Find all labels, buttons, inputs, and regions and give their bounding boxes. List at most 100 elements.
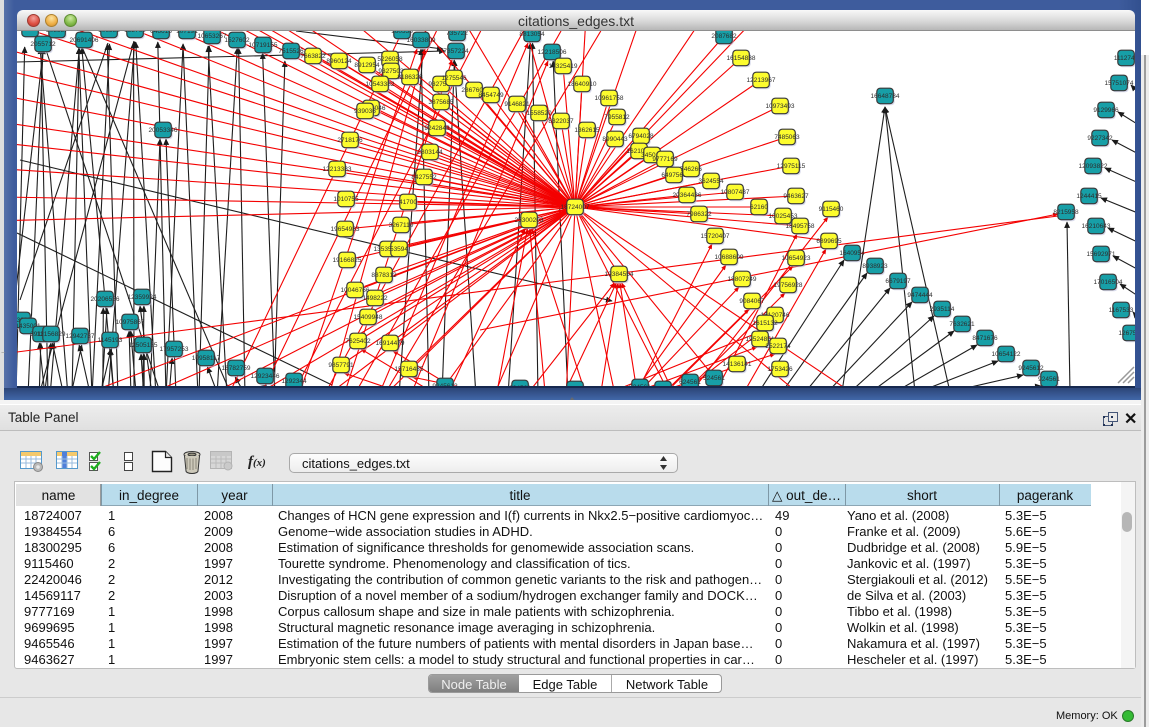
svg-text:10719155: 10719155: [249, 42, 278, 49]
svg-text:15751074: 15751074: [1105, 80, 1134, 87]
svg-text:16210643: 16210643: [1082, 223, 1111, 230]
svg-text:7663822: 7663822: [300, 53, 326, 60]
svg-text:1145193: 1145193: [98, 337, 123, 344]
svg-text:9857791: 9857791: [328, 362, 354, 369]
svg-text:10653267: 10653267: [198, 33, 227, 40]
svg-text:203557: 203557: [46, 31, 68, 34]
svg-text:10654923: 10654923: [782, 255, 811, 262]
svg-text:19756928: 19756928: [774, 282, 803, 289]
svg-text:10688609: 10688609: [715, 254, 744, 261]
svg-text:16033809: 16033809: [407, 37, 436, 44]
svg-text:9474444: 9474444: [907, 292, 933, 299]
svg-text:17016504: 17016504: [1094, 279, 1123, 286]
svg-text:2935114: 2935114: [930, 306, 955, 313]
svg-text:8186328: 8186328: [397, 74, 423, 81]
svg-text:20364436: 20364436: [673, 192, 702, 199]
svg-text:9227342: 9227342: [1087, 135, 1113, 142]
svg-text:12218506: 12218506: [538, 49, 567, 56]
svg-text:1244415: 1244415: [1076, 193, 1102, 200]
svg-text:6679197: 6679197: [885, 278, 911, 285]
svg-text:939036: 939036: [354, 108, 376, 115]
svg-text:1010755: 1010755: [333, 196, 359, 203]
svg-text:7955812: 7955812: [604, 114, 630, 121]
svg-text:1753426: 1753426: [767, 366, 793, 373]
svg-text:8960124: 8960124: [326, 58, 352, 65]
svg-text:7632621: 7632621: [949, 321, 975, 328]
svg-text:15716485: 15716485: [395, 366, 424, 373]
svg-text:9084067: 9084067: [739, 298, 765, 305]
svg-text:19654983: 19654983: [331, 226, 360, 233]
svg-text:8813054: 8813054: [519, 31, 545, 38]
svg-text:10961758: 10961758: [595, 95, 624, 102]
svg-text:15692971: 15692971: [1087, 251, 1116, 258]
svg-text:12156829: 12156829: [37, 331, 66, 338]
svg-text:1498222: 1498222: [362, 295, 388, 302]
svg-text:16154838: 16154838: [727, 55, 756, 62]
svg-text:9245612: 9245612: [1018, 365, 1044, 372]
svg-text:20206536: 20206536: [91, 296, 120, 303]
svg-text:25300203: 25300203: [515, 217, 544, 224]
svg-text:12213383: 12213383: [323, 166, 352, 173]
svg-text:2803144: 2803144: [417, 149, 443, 156]
svg-text:8215958: 8215958: [1053, 209, 1079, 216]
svg-text:8878312: 8878312: [371, 272, 397, 279]
svg-text:12942737: 12942737: [66, 333, 95, 340]
svg-text:9129966: 9129966: [1093, 107, 1119, 114]
svg-text:7485063: 7485063: [774, 134, 800, 141]
svg-text:1362615: 1362615: [574, 127, 600, 134]
svg-text:3267110: 3267110: [389, 222, 414, 229]
svg-text:735722: 735722: [446, 31, 468, 37]
svg-text:1615132: 1615132: [752, 320, 778, 327]
svg-text:8912954: 8912954: [354, 62, 380, 69]
svg-text:2718176: 2718176: [337, 137, 363, 144]
svg-text:17957253: 17957253: [160, 346, 189, 353]
svg-text:8322037: 8322037: [548, 118, 574, 125]
svg-text:1112749: 1112749: [1114, 55, 1135, 62]
svg-text:7625402: 7625402: [345, 338, 371, 345]
svg-text:14136141: 14136141: [723, 361, 752, 368]
svg-text:2087682: 2087682: [711, 33, 737, 40]
svg-text:9115460: 9115460: [819, 206, 844, 213]
svg-text:19166825: 19166825: [333, 257, 362, 264]
svg-text:6899695: 6899695: [816, 238, 842, 245]
svg-text:646616: 646616: [150, 31, 172, 35]
svg-text:8427552: 8427552: [411, 174, 437, 181]
svg-text:12975115: 12975115: [777, 163, 806, 170]
svg-text:18807249: 18807249: [728, 276, 757, 283]
svg-text:9777169: 9777169: [652, 156, 678, 163]
svg-text:10975867: 10975867: [116, 319, 145, 326]
svg-text:2055712: 2055712: [30, 41, 56, 48]
svg-text:7357224: 7357224: [443, 48, 469, 55]
svg-text:20053346: 20053346: [149, 127, 178, 134]
svg-text:16648784: 16648784: [871, 93, 900, 100]
svg-text:12359924: 12359924: [128, 294, 157, 301]
svg-text:10807487: 10807487: [721, 189, 750, 196]
svg-text:10654122: 10654122: [992, 351, 1021, 358]
svg-text:7986322: 7986322: [686, 211, 712, 218]
svg-text:3875685: 3875685: [428, 99, 454, 106]
svg-text:924561: 924561: [1038, 376, 1060, 383]
svg-text:1527602: 1527602: [224, 37, 250, 44]
svg-text:8990443: 8990443: [602, 136, 628, 143]
svg-text:41700: 41700: [399, 199, 417, 206]
svg-text:106532: 106532: [98, 31, 120, 34]
svg-text:12923446: 12923446: [251, 373, 280, 380]
svg-text:10543382: 10543382: [366, 81, 395, 88]
svg-text:1275546: 1275546: [441, 75, 467, 82]
svg-text:152760: 152760: [124, 31, 146, 34]
svg-text:15720407: 15720407: [701, 233, 730, 240]
svg-text:19384554: 19384554: [605, 271, 634, 278]
svg-text:10973493: 10973493: [766, 103, 795, 110]
svg-text:62160: 62160: [750, 204, 768, 211]
svg-text:1292344: 1292344: [281, 378, 307, 385]
svg-text:53594: 53594: [390, 246, 408, 253]
svg-text:5226058: 5226058: [377, 56, 403, 63]
svg-text:8471676: 8471676: [972, 335, 998, 342]
svg-text:2522174: 2522174: [765, 343, 791, 350]
svg-text:18640910: 18640910: [568, 81, 597, 88]
svg-text:16914479: 16914479: [376, 340, 405, 347]
svg-text:160338: 160338: [391, 31, 413, 35]
svg-text:1558520: 1558520: [526, 110, 552, 117]
svg-text:140557: 140557: [19, 31, 41, 33]
svg-text:12505135: 12505135: [129, 342, 158, 349]
